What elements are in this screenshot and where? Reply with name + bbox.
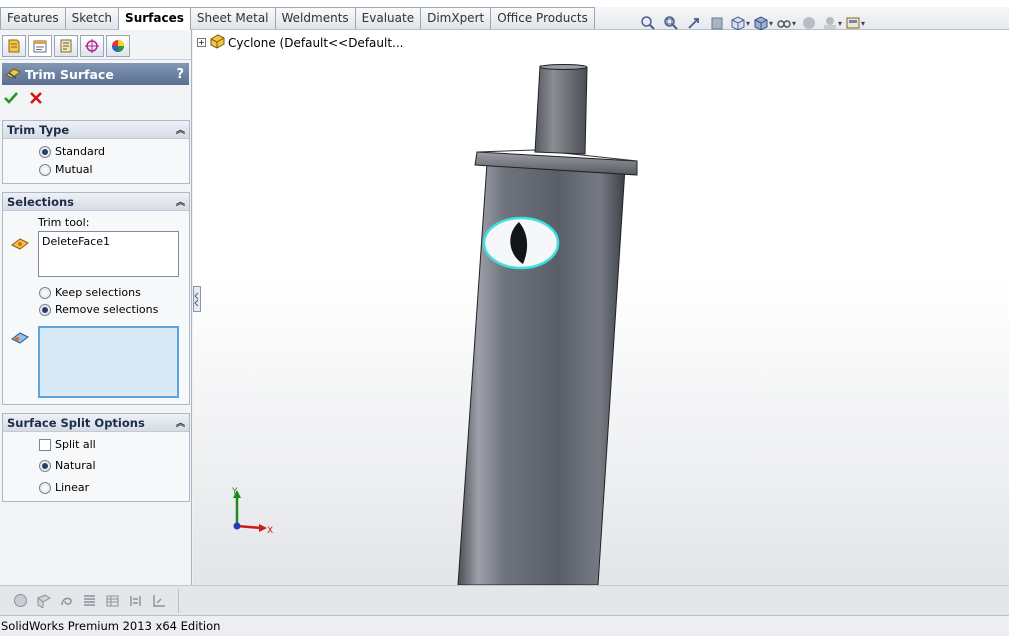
graphics-area[interactable]: Y X	[193, 30, 1009, 585]
checkmark-icon[interactable]	[3, 91, 19, 108]
face-tool-icon[interactable]	[35, 592, 52, 609]
configuration-manager-tab-icon[interactable]	[54, 35, 78, 57]
tab-sketch[interactable]: Sketch	[64, 7, 120, 29]
trim-surface-icon	[5, 66, 21, 83]
radio-linear[interactable]: Linear	[39, 481, 89, 494]
bottom-tools	[12, 592, 167, 609]
part-icon	[209, 33, 225, 52]
bottom-toolbar	[0, 585, 1009, 615]
flyout-feature-tree[interactable]: + Cyclone (Default<<Default...	[197, 33, 403, 52]
collapse-icon[interactable]: ︽	[176, 416, 185, 429]
trim-tool-listbox[interactable]: DeleteFace1	[38, 231, 179, 277]
model-tool-icon[interactable]	[12, 592, 29, 609]
radio-remove-indicator[interactable]	[39, 303, 51, 316]
radio-standard-label: Standard	[55, 145, 106, 158]
radio-mutual-label: Mutual	[55, 163, 93, 176]
split-all-label: Split all	[55, 438, 96, 451]
split-all-checkbox-box[interactable]	[39, 438, 51, 451]
surface-split-options-group: Surface Split Options ︽ Split all Natura…	[2, 413, 190, 502]
radio-mutual-indicator[interactable]	[39, 163, 51, 176]
radio-keep-indicator[interactable]	[39, 286, 51, 299]
panel-splitter-handle[interactable]	[193, 286, 201, 312]
radio-standard[interactable]: Standard	[39, 145, 105, 158]
triad-x-label: X	[267, 526, 273, 536]
close-icon[interactable]	[29, 91, 43, 108]
surface-split-options-header[interactable]: Surface Split Options ︽	[3, 414, 189, 432]
selections-header[interactable]: Selections ︽	[3, 193, 189, 211]
tab-evaluate[interactable]: Evaluate	[354, 7, 422, 29]
manager-tabs	[0, 30, 191, 60]
property-manager-panel: Trim Surface ? Trim Type ︽ Standard Mutu…	[0, 30, 192, 585]
feature-manager-tab-icon[interactable]	[2, 35, 26, 57]
list-item[interactable]: DeleteFace1	[39, 232, 178, 251]
radio-mutual[interactable]: Mutual	[39, 163, 93, 176]
radio-remove-selections[interactable]: Remove selections	[39, 303, 158, 316]
expand-tree-icon[interactable]: +	[197, 38, 206, 47]
property-manager-tab-icon[interactable]	[28, 35, 52, 57]
compare-tool-icon[interactable]	[127, 592, 144, 609]
tab-weldments[interactable]: Weldments	[274, 7, 356, 29]
tab-features[interactable]: Features	[0, 7, 66, 29]
tab-office-products[interactable]: Office Products	[490, 7, 595, 29]
surface-split-options-heading: Surface Split Options	[7, 415, 145, 430]
radio-linear-label: Linear	[55, 481, 90, 494]
reference-triad: Y X	[231, 487, 273, 536]
tab-surfaces[interactable]: Surfaces	[118, 7, 191, 30]
cyclone-model[interactable]	[193, 30, 1009, 585]
list-tool-icon[interactable]	[81, 592, 98, 609]
trim-type-header[interactable]: Trim Type ︽	[3, 121, 189, 139]
display-manager-tab-icon[interactable]	[106, 35, 130, 57]
selections-group: Selections ︽ Trim tool: DeleteFace1 Keep…	[2, 192, 190, 405]
status-bar: SolidWorks Premium 2013 x64 Edition	[0, 615, 1009, 636]
split-all-checkbox[interactable]: Split all	[39, 438, 96, 451]
dimension-tool-icon[interactable]	[150, 592, 167, 609]
radio-remove-label: Remove selections	[55, 303, 159, 316]
command-tabs: Features Sketch Surfaces Sheet Metal Wel…	[0, 7, 595, 30]
collapse-icon[interactable]: ︽	[176, 195, 185, 208]
motion-tool-icon[interactable]	[58, 592, 75, 609]
tab-dimxpert[interactable]: DimXpert	[420, 7, 492, 29]
pieces-selection-icon	[11, 331, 29, 348]
radio-keep-label: Keep selections	[55, 286, 141, 299]
trim-tool-selection-icon	[11, 237, 29, 254]
property-manager-header: Trim Surface ?	[2, 63, 189, 85]
pieces-to-keep-listbox[interactable]	[38, 326, 179, 398]
dimxpert-manager-tab-icon[interactable]	[80, 35, 104, 57]
radio-linear-indicator[interactable]	[39, 481, 51, 494]
tree-part-label[interactable]: Cyclone (Default<<Default...	[228, 36, 403, 50]
radio-standard-indicator[interactable]	[39, 145, 51, 158]
table-tool-icon[interactable]	[104, 592, 121, 609]
trim-type-heading: Trim Type	[7, 122, 70, 137]
triad-y-label: Y	[231, 487, 238, 497]
radio-natural-indicator[interactable]	[39, 459, 51, 472]
help-button[interactable]: ?	[176, 67, 184, 82]
toolbar-divider	[178, 589, 179, 613]
ok-cancel-row	[0, 85, 191, 113]
trim-tool-label: Trim tool:	[38, 216, 90, 229]
radio-natural-label: Natural	[55, 459, 96, 472]
collapse-icon[interactable]: ︽	[176, 123, 185, 136]
radio-natural[interactable]: Natural	[39, 459, 96, 472]
status-text: SolidWorks Premium 2013 x64 Edition	[1, 619, 221, 633]
trim-type-group: Trim Type ︽ Standard Mutual	[2, 120, 190, 184]
radio-keep-selections[interactable]: Keep selections	[39, 286, 141, 299]
property-manager-title: Trim Surface	[25, 66, 114, 82]
selections-heading: Selections	[7, 194, 75, 209]
tab-sheet-metal[interactable]: Sheet Metal	[189, 7, 276, 29]
